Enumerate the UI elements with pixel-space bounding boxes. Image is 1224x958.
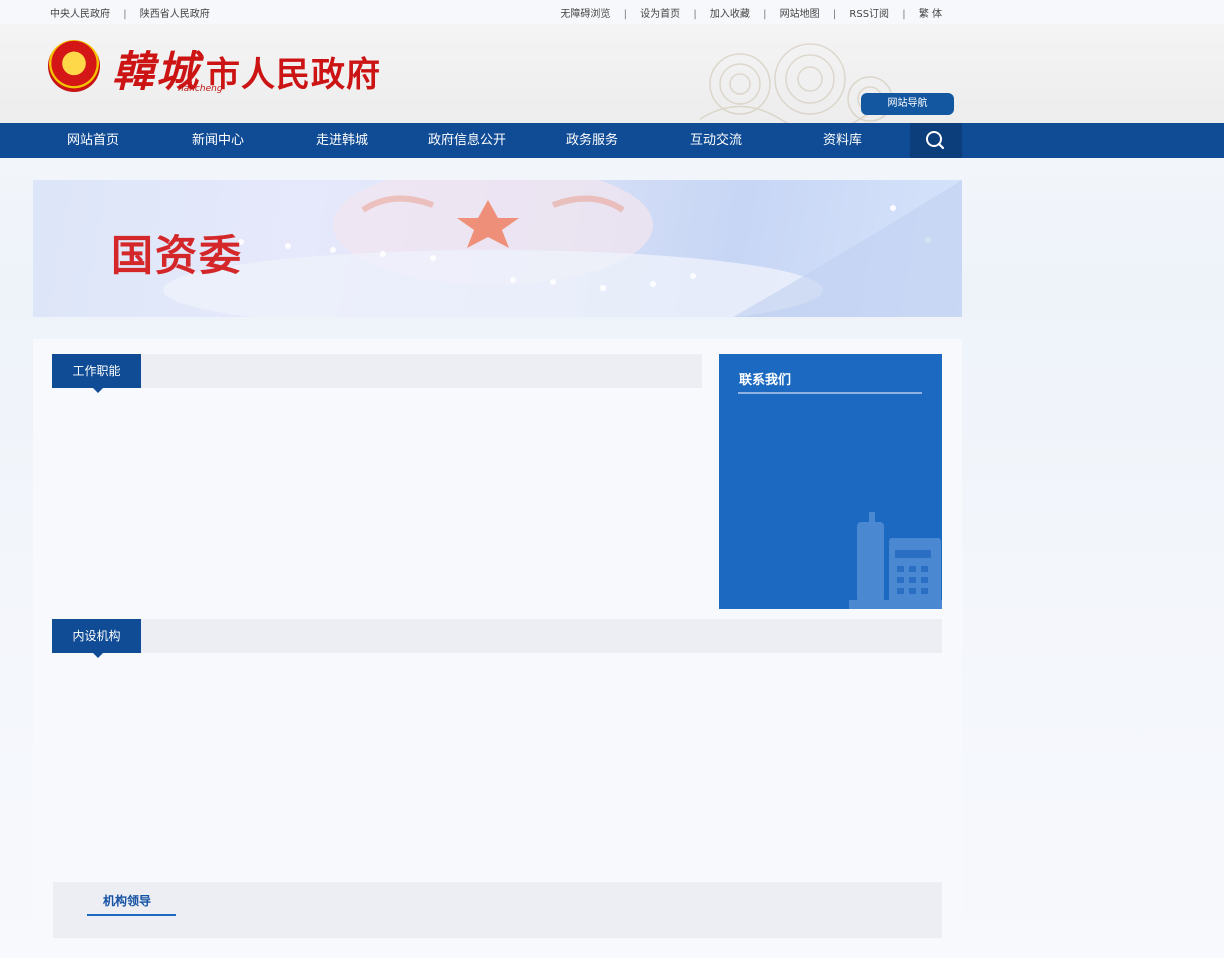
separator: | bbox=[623, 9, 627, 20]
site-navigation-button[interactable]: 网站导航 bbox=[861, 93, 954, 115]
separator: | bbox=[123, 9, 127, 20]
separator: | bbox=[832, 9, 837, 20]
add-favorite-link[interactable]: 加入收藏 bbox=[710, 9, 750, 20]
separator: | bbox=[693, 9, 697, 20]
top-utility-bar: 中央人民政府 | 陕西省人民政府 无障碍浏览 | 设为首页 | 加入收藏 | 网… bbox=[0, 0, 1224, 24]
separator: | bbox=[902, 9, 906, 20]
nav-home[interactable]: 网站首页 bbox=[67, 123, 119, 158]
nav-news[interactable]: 新闻中心 bbox=[192, 123, 244, 158]
nav-gov-info[interactable]: 政府信息公开 bbox=[428, 123, 506, 158]
province-gov-link[interactable]: 陕西省人民政府 bbox=[140, 9, 210, 20]
logo-pinyin: hancheng bbox=[178, 84, 223, 94]
top-left-links: 中央人民政府 | 陕西省人民政府 bbox=[50, 5, 210, 20]
department-banner: 国资委 bbox=[33, 180, 962, 317]
nav-interaction[interactable]: 互动交流 bbox=[690, 123, 742, 158]
site-header: 韓城 市人民政府 hancheng 网站导航 bbox=[0, 24, 1224, 123]
tab-pointer-icon bbox=[92, 387, 104, 393]
tab-pointer-icon bbox=[92, 652, 104, 658]
nav-library[interactable]: 资料库 bbox=[823, 123, 862, 158]
internal-agencies-header-bar bbox=[52, 619, 942, 653]
accessibility-link[interactable]: 无障碍浏览 bbox=[560, 9, 610, 20]
telephone-icon bbox=[849, 512, 942, 609]
separator: | bbox=[763, 9, 767, 20]
site-logo[interactable]: 韓城 市人民政府 bbox=[112, 38, 381, 99]
rss-link[interactable]: RSS订阅 bbox=[849, 9, 889, 20]
nav-search-button[interactable] bbox=[910, 123, 962, 158]
nav-about-city[interactable]: 走进韩城 bbox=[316, 123, 368, 158]
traditional-chinese-link[interactable]: 繁 体 bbox=[919, 9, 942, 20]
active-tab-underline bbox=[87, 914, 176, 916]
internal-agencies-label: 内设机构 bbox=[72, 629, 121, 643]
contact-us-panel: 联系我们 bbox=[719, 354, 942, 609]
internal-agencies-tab[interactable]: 内设机构 bbox=[52, 619, 141, 658]
main-navigation: 网站首页 新闻中心 走进韩城 政府信息公开 政务服务 互动交流 资料库 bbox=[0, 123, 1224, 158]
agency-leaders-tab[interactable]: 机构领导 bbox=[103, 892, 151, 909]
agency-leaders-bar: 机构领导 bbox=[53, 882, 942, 938]
central-gov-link[interactable]: 中央人民政府 bbox=[50, 9, 110, 20]
work-duties-header-bar bbox=[52, 354, 702, 388]
search-icon bbox=[926, 131, 945, 150]
logo-suffix: 市人民政府 bbox=[206, 55, 382, 95]
national-emblem-icon bbox=[48, 40, 100, 92]
nav-services[interactable]: 政务服务 bbox=[566, 123, 618, 158]
banner-title: 国资委 bbox=[111, 231, 244, 280]
set-homepage-link[interactable]: 设为首页 bbox=[640, 9, 680, 20]
top-right-links: 无障碍浏览 | 设为首页 | 加入收藏 | 网站地图 | RSS订阅 | 繁 体 bbox=[560, 5, 942, 20]
sitemap-link[interactable]: 网站地图 bbox=[780, 9, 820, 20]
work-duties-label: 工作职能 bbox=[72, 364, 121, 378]
work-duties-tab[interactable]: 工作职能 bbox=[52, 354, 141, 393]
